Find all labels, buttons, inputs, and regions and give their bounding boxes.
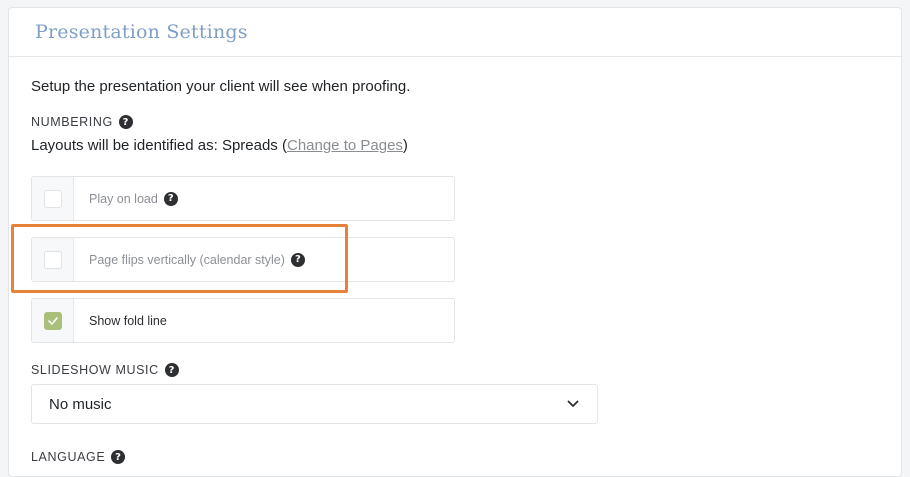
numbering-prefix: Layouts will be identified as: Spreads ( xyxy=(31,137,287,154)
show-fold-line-checkbox[interactable] xyxy=(43,311,62,330)
panel-title: Presentation Settings xyxy=(35,21,248,43)
page-flips-vertically-label: Page flips vertically (calendar style) xyxy=(89,252,285,267)
numbering-suffix: ) xyxy=(402,137,408,154)
numbering-label-text: NUMBERING xyxy=(31,115,113,129)
slideshow-music-selected: No music xyxy=(49,395,112,413)
slideshow-music-label-text: SLIDESHOW MUSIC xyxy=(31,363,159,377)
slideshow-music-label: SLIDESHOW MUSIC ? xyxy=(31,363,179,377)
play-on-load-checkbox[interactable] xyxy=(43,189,62,208)
option-checkbox-cell[interactable] xyxy=(32,238,74,281)
option-show-fold-line[interactable]: Show fold line xyxy=(31,298,455,343)
panel-header: Presentation Settings xyxy=(9,8,901,57)
slideshow-music-help-icon[interactable]: ? xyxy=(164,363,179,377)
show-fold-line-label: Show fold line xyxy=(89,313,167,328)
chevron-down-icon xyxy=(567,400,579,407)
option-checkbox-cell[interactable] xyxy=(32,177,74,220)
change-to-pages-link[interactable]: Change to Pages xyxy=(287,137,403,154)
presentation-settings-panel: Presentation Settings Setup the presenta… xyxy=(8,7,902,477)
numbering-label: NUMBERING ? xyxy=(31,115,133,129)
language-help-icon[interactable]: ? xyxy=(111,450,126,464)
option-play-on-load[interactable]: Play on load ? xyxy=(31,176,455,221)
language-label-text: LANGUAGE xyxy=(31,450,106,464)
numbering-description: Layouts will be identified as: Spreads (… xyxy=(31,137,408,154)
language-label: LANGUAGE ? xyxy=(31,450,126,464)
option-label-wrap: Show fold line xyxy=(74,299,167,342)
page-flips-vertically-checkbox[interactable] xyxy=(43,250,62,269)
option-label-wrap: Play on load ? xyxy=(74,177,178,220)
option-label-wrap: Page flips vertically (calendar style) ? xyxy=(74,238,305,281)
checkmark-icon xyxy=(47,316,58,325)
play-on-load-label: Play on load xyxy=(89,191,158,206)
play-on-load-help-icon[interactable]: ? xyxy=(163,191,178,206)
numbering-help-icon[interactable]: ? xyxy=(118,115,133,129)
page-flips-help-icon[interactable]: ? xyxy=(290,252,305,267)
option-checkbox-cell[interactable] xyxy=(32,299,74,342)
intro-text: Setup the presentation your client will … xyxy=(31,78,411,95)
slideshow-music-select[interactable]: No music xyxy=(31,384,598,424)
option-page-flips-vertically[interactable]: Page flips vertically (calendar style) ? xyxy=(31,237,455,282)
